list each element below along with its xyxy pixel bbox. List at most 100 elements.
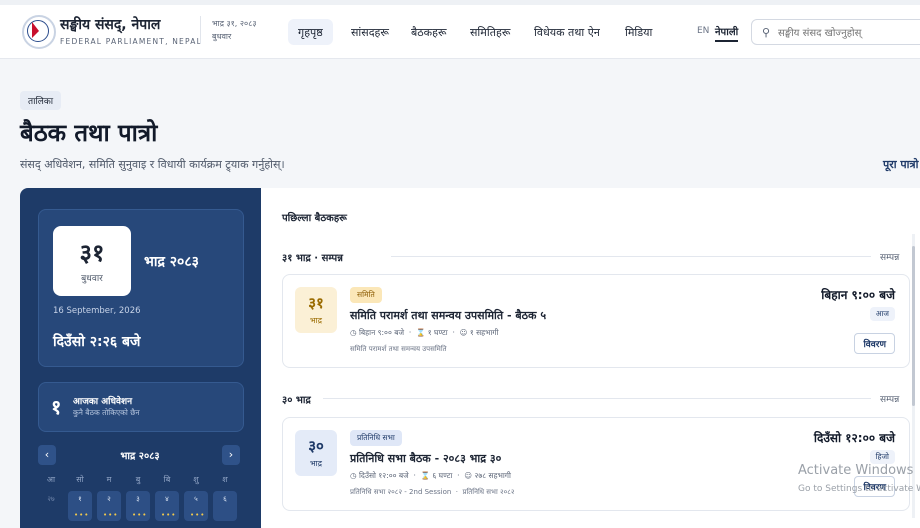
category-badge: समिति (350, 287, 382, 303)
meeting-house: प्रतिनिधि सभा २०८२ (462, 488, 515, 496)
today-date-card: ३१ बुधवार भाद्र २०८३ 16 September, 2026 … (38, 209, 244, 367)
sessions-count: १ (51, 395, 62, 419)
page-title: बैठक तथा पात्रो (20, 119, 158, 147)
calendar-day-label: ४ (165, 495, 169, 503)
meeting-duration: ६ घण्टा (432, 471, 453, 480)
calendar-day[interactable]: ३ ••• (126, 491, 150, 521)
calendar-day-label: २ (107, 495, 111, 503)
prev-month-button[interactable]: ‹ (38, 445, 56, 465)
language-en[interactable]: EN (697, 26, 709, 36)
meeting-time-meta: बिहान ९:०० बजे (358, 328, 405, 337)
language-nepali[interactable]: नेपाली (715, 24, 739, 42)
search-icon: ⚲ (762, 26, 771, 39)
weekday-mon: सो (76, 475, 84, 484)
meeting-meta: ◷ बिहान ९:०० बजे · ⌛ १ घण्टा · ☺ १ सहभाग… (350, 328, 499, 337)
recent-meetings-heading: पछिल्ला बैठकहरू (282, 213, 347, 224)
today-sessions-card: १ आजका अधिवेशन कुनै बैठक तोकिएको छैन (38, 382, 244, 432)
header-date: भाद्र ३१, २०८३ (212, 19, 257, 28)
today-weekday: बुधवार (81, 274, 103, 284)
details-button[interactable]: विवरण (854, 333, 895, 354)
calendar-sidebar: ३१ बुधवार भाद्र २०८३ 16 September, 2026 … (20, 188, 261, 528)
today-day-number: ३१ (79, 239, 105, 267)
nav-bills-acts[interactable]: विधेयक तथा ऐन (534, 19, 600, 45)
sessions-title: आजका अधिवेशन (73, 397, 133, 407)
mini-calendar-header: भाद्र २०८३ ‹ › (38, 445, 242, 467)
calendar-day[interactable]: ६ (213, 491, 237, 521)
meeting-participants: २७८ सहभागी (474, 471, 511, 480)
calendar-day-label: ५ (194, 495, 198, 503)
calendar-day-label: ६ (223, 495, 227, 503)
people-icon: ☺ (464, 471, 473, 480)
search-box[interactable]: ⚲ (751, 19, 920, 45)
weekday-sat: श (222, 475, 228, 484)
site-subtitle: FEDERAL PARLIAMENT, NEPAL (60, 37, 202, 46)
header-weekday: बुधवार (212, 32, 232, 41)
search-input[interactable] (776, 24, 920, 42)
top-strip (0, 0, 920, 5)
relative-day-badge: आज (869, 307, 895, 321)
meeting-date-box: ३० भाद्र (295, 430, 337, 476)
weekday-wed: बु (135, 475, 141, 484)
meeting-body: प्रतिनिधि सभा २०८२ - 2nd Session · प्रति… (350, 488, 515, 496)
meeting-session: प्रतिनिधि सभा २०८२ - 2nd Session (350, 488, 452, 496)
nav-committees[interactable]: समितिहरू (470, 19, 510, 45)
header-divider (200, 16, 201, 44)
meeting-time: बिहान ९:०० बजे (821, 288, 895, 302)
calendar-day[interactable]: २७ (39, 491, 63, 521)
page-subtitle: संसद् अधिवेशन, समिति सुनुवाइ र विधायी का… (20, 158, 285, 171)
group-status: सम्पन्न (880, 253, 900, 263)
weekday-fri: शु (193, 475, 199, 484)
meeting-participants: १ सहभागी (469, 328, 499, 337)
nav-members[interactable]: सांसदहरू (351, 19, 389, 45)
relative-day-badge: हिजो (869, 450, 895, 464)
calendar-day[interactable]: ४ ••• (155, 491, 179, 521)
weekday-thu: बि (163, 475, 171, 484)
meeting-day: ३० (308, 437, 324, 455)
today-month-year: भाद्र २०८३ (144, 254, 199, 270)
calendar-day[interactable]: १ ••• (68, 491, 92, 521)
scrollbar-thumb[interactable] (912, 246, 915, 406)
meeting-month: भाद्र (310, 459, 322, 468)
meeting-body: समिति परामर्श तथा समन्वय उपसमिति (350, 345, 447, 353)
weekday-sun: आ (46, 475, 56, 484)
activation-watermark-text: Go to Settings to activate Windows. (798, 484, 920, 494)
sessions-subtitle: कुनै बैठक तोकिएको छैन (73, 408, 140, 417)
meeting-title[interactable]: समिति परामर्श तथा समन्वय उपसमिति - बैठक … (350, 308, 546, 323)
nav-meetings[interactable]: बैठकहरू (411, 19, 447, 45)
clock-icon: ◷ (350, 471, 357, 480)
meeting-day: ३१ (308, 294, 324, 312)
category-badge: प्रतिनिधि सभा (350, 430, 402, 446)
group-label: ३१ भाद्र · सम्पन्न (282, 253, 343, 264)
full-calendar-link[interactable]: पूरा पात्रो (883, 157, 918, 172)
nav-home[interactable]: गृहपृष्ठ (288, 19, 333, 45)
current-time: दिउँसो २:२६ बजे (53, 334, 141, 350)
meeting-time: दिउँसो १२:०० बजे (813, 431, 895, 445)
nepal-flag-icon (32, 22, 39, 38)
group-status: सम्पन्न (880, 395, 900, 405)
calendar-day[interactable]: ५ ••• (184, 491, 208, 521)
hourglass-icon: ⌛ (420, 471, 430, 480)
parliament-emblem-icon[interactable] (22, 15, 56, 49)
hourglass-icon: ⌛ (416, 328, 426, 337)
next-month-button[interactable]: › (222, 445, 240, 465)
meeting-time-meta: दिउँसो १२:०० बजे (358, 471, 409, 480)
clock-icon: ◷ (350, 328, 357, 337)
meeting-title[interactable]: प्रतिनिधि सभा बैठक - २०८३ भाद्र ३० (350, 451, 501, 466)
meeting-meta: ◷ दिउँसो १२:०० बजे · ⌛ ६ घण्टा · ☺ २७८ स… (350, 471, 511, 480)
nav-media[interactable]: मिडिया (625, 19, 652, 45)
weekday-tue: म (106, 475, 112, 484)
activation-watermark-title: Activate Windows (798, 463, 914, 478)
top-navigation-bar: सङ्घीय संसद्, नेपाल FEDERAL PARLIAMENT, … (0, 0, 920, 59)
today-english-date: 16 September, 2026 (53, 306, 141, 316)
page-tag: तालिका (20, 91, 62, 110)
today-day-box: ३१ बुधवार (53, 226, 131, 296)
meeting-duration: १ घण्टा (427, 328, 448, 337)
people-icon: ☺ (459, 328, 468, 337)
calendar-day[interactable]: २ ••• (97, 491, 121, 521)
group-divider (323, 398, 871, 399)
meeting-card[interactable]: ३१ भाद्र समिति समिति परामर्श तथा समन्वय … (282, 274, 910, 368)
site-title[interactable]: सङ्घीय संसद्, नेपाल (60, 15, 160, 34)
group-label: ३० भाद्र (282, 395, 311, 406)
meeting-date-box: ३१ भाद्र (295, 287, 337, 333)
calendar-day-label: २७ (47, 495, 55, 503)
